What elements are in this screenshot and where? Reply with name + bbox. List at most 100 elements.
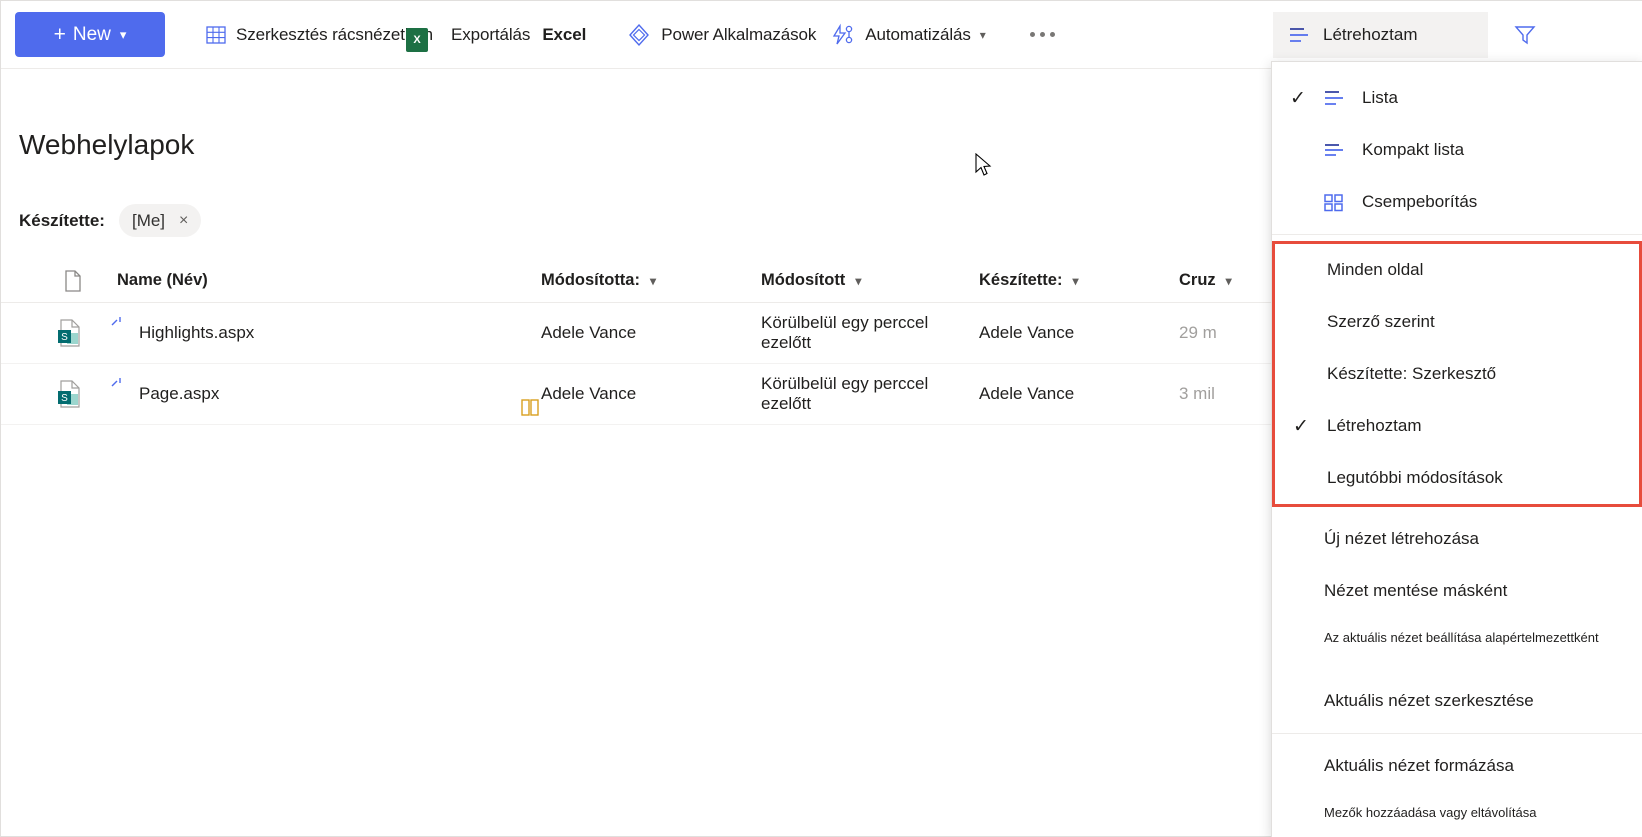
dropdown-item-all-pages-label: Minden oldal — [1327, 260, 1424, 279]
modified-cell: Körülbelül egy perccel ezelőtt — [761, 313, 929, 352]
dropdown-item-created-by-editor-label: Készítette: Szerkesztő — [1327, 364, 1497, 383]
dropdown-item-create-new-view-label: Új nézet létrehozása — [1324, 529, 1479, 548]
page-title: Webhelylapok — [19, 129, 195, 160]
svg-text:S: S — [61, 332, 68, 343]
chevron-down-icon: ▾ — [979, 27, 986, 42]
command-excel-label: Excel — [542, 24, 587, 44]
sharepoint-site-pages-app: + New ▾ Szerkesztés rácsnézetben Exportá… — [0, 0, 1642, 837]
command-edit-grid-view-label: Szerkesztés rácsnézetben — [236, 24, 433, 44]
dropdown-item-recent-changes-label: Legutóbbi módosítások — [1327, 468, 1503, 487]
dropdown-item-recent-changes[interactable]: Legutóbbi módosítások — [1275, 452, 1639, 504]
divider — [1272, 733, 1642, 734]
dropdown-item-compact-list-label: Kompakt lista — [1362, 140, 1465, 159]
view-switcher-label: Létrehoztam — [1323, 25, 1418, 44]
column-header-file-type[interactable] — [1, 269, 101, 293]
file-name-cell[interactable]: Highlights.aspx — [101, 317, 541, 343]
chevron-down-icon[interactable]: ▾ — [855, 274, 861, 288]
command-excel[interactable]: Excel — [536, 21, 592, 49]
column-header-created-by[interactable]: Készítette: ▾ — [979, 271, 1179, 290]
file-name-label: Page.aspx — [139, 384, 220, 403]
column-header-modified-by-label: Módosította: — [541, 271, 640, 289]
filter-label: Készítette: — [19, 210, 105, 230]
overflow-dot — [1029, 32, 1035, 37]
check-icon: ✓ — [1293, 415, 1309, 437]
command-power-apps[interactable]: Power Alkalmazások — [620, 18, 822, 52]
filter-pill-created-by[interactable]: [Me] × — [118, 204, 202, 237]
dropdown-item-add-remove-fields[interactable]: Mezők hozzáadása vagy eltávolítása — [1272, 792, 1642, 832]
file-type-icon — [63, 269, 83, 293]
filter-funnel-icon — [1512, 22, 1538, 48]
dropdown-item-create-new-view[interactable]: Új nézet létrehozása — [1272, 513, 1642, 565]
dropdown-item-created-by-me-label: Létrehoztam — [1327, 416, 1422, 435]
sharepoint-page-icon: S — [1, 317, 101, 349]
column-header-extra-label: Cruz — [1179, 271, 1216, 289]
active-filters: Készítette: [Me] × — [19, 204, 202, 237]
dropdown-item-format-current-view-label: Aktuális nézet formázása — [1324, 756, 1514, 775]
dropdown-item-add-remove-fields-label: Mezők hozzáadása vagy eltávolítása — [1324, 804, 1537, 820]
column-header-modified[interactable]: Módosított ▾ — [761, 271, 979, 290]
created-by-cell: Adele Vance — [979, 323, 1075, 342]
column-header-name[interactable]: Name (Név) — [101, 271, 541, 290]
dropdown-item-by-author-label: Szerző szerint — [1327, 312, 1435, 331]
column-header-created-by-label: Készítette: — [979, 271, 1063, 289]
command-automate-label: Automatizálás — [865, 24, 971, 44]
new-button-label: New — [72, 23, 111, 45]
command-bar-actions: Szerkesztés rácsnézetben Exportálás Exce… — [199, 18, 1061, 52]
column-header-modified-label: Módosított — [761, 271, 846, 289]
column-header-name-label: Name (Név) — [117, 271, 208, 289]
command-automate[interactable]: Automatizálás ▾ — [824, 18, 992, 52]
dropdown-item-created-by-editor[interactable]: Készítette: Szerkesztő — [1275, 348, 1639, 400]
dropdown-item-by-author[interactable]: Szerző szerint — [1275, 296, 1639, 348]
compact-list-icon — [1322, 139, 1360, 161]
dropdown-item-list-label: Lista — [1362, 88, 1398, 107]
command-export[interactable]: Exportálás — [445, 21, 536, 49]
file-name-label: Highlights.aspx — [139, 323, 255, 342]
tiles-icon — [1322, 191, 1360, 213]
modified-by-cell: Adele Vance — [541, 323, 637, 342]
overflow-dot — [1039, 32, 1045, 37]
modified-cell: Körülbelül egy perccel ezelőtt — [761, 374, 929, 413]
chevron-down-icon[interactable]: ▾ — [650, 274, 656, 288]
dropdown-item-all-pages[interactable]: Minden oldal — [1275, 244, 1639, 296]
dropdown-item-format-current-view[interactable]: Aktuális nézet formázása — [1272, 740, 1642, 792]
chevron-down-icon[interactable]: ▾ — [1072, 274, 1078, 288]
overflow-dot — [1049, 32, 1055, 37]
chevron-down-icon: ▾ — [119, 26, 127, 42]
created-by-cell: Adele Vance — [979, 384, 1075, 403]
news-page-icon — [519, 397, 541, 424]
dropdown-item-edit-current-view[interactable]: Aktuális nézet szerkesztése — [1272, 675, 1642, 727]
new-button[interactable]: + New ▾ — [15, 12, 165, 57]
list-view-icon — [1322, 87, 1360, 109]
dropdown-item-tiles[interactable]: Csempeborítás — [1272, 176, 1642, 228]
view-switcher-button[interactable]: Létrehoztam — [1273, 12, 1488, 58]
dropdown-item-list[interactable]: ✓ Lista — [1272, 72, 1642, 124]
command-export-label: Exportálás — [450, 24, 531, 44]
dropdown-item-created-by-me[interactable]: ✓ Létrehoztam — [1275, 400, 1639, 452]
dropdown-item-compact-list[interactable]: Kompakt lista — [1272, 124, 1642, 176]
divider — [1272, 234, 1642, 235]
dropdown-item-edit-current-view-label: Aktuális nézet szerkesztése — [1324, 691, 1534, 710]
saved-views-group-highlight: Minden oldal Szerző szerint Készítette: … — [1272, 241, 1642, 507]
file-name-cell[interactable]: Page.aspx — [101, 378, 541, 416]
list-view-icon — [1287, 24, 1311, 46]
mouse-cursor — [975, 152, 993, 184]
power-apps-icon — [626, 22, 652, 48]
sparkle-icon — [107, 372, 129, 399]
sharepoint-page-icon: S — [1, 378, 101, 410]
svg-text:S: S — [61, 393, 68, 404]
dropdown-item-save-view-as-label: Nézet mentése másként — [1324, 581, 1508, 600]
chevron-down-icon[interactable]: ▾ — [1226, 274, 1232, 288]
command-edit-grid-view[interactable]: Szerkesztés rácsnézetben — [199, 20, 439, 50]
check-icon: ✓ — [1290, 87, 1306, 109]
filter-pill-value: [Me] — [131, 210, 166, 230]
command-overflow-button[interactable] — [1024, 22, 1061, 47]
column-header-modified-by[interactable]: Módosította: ▾ — [541, 271, 761, 290]
filter-button[interactable] — [1506, 17, 1544, 53]
plus-icon: + — [53, 23, 66, 46]
dropdown-item-set-default-view[interactable]: Az aktuális nézet beállítása alapértelme… — [1272, 617, 1642, 657]
sparkle-icon — [107, 311, 129, 338]
close-icon[interactable]: × — [179, 212, 188, 230]
dropdown-item-save-view-as[interactable]: Nézet mentése másként — [1272, 565, 1642, 617]
excel-icon: X — [406, 28, 428, 52]
power-automate-icon — [830, 22, 856, 48]
